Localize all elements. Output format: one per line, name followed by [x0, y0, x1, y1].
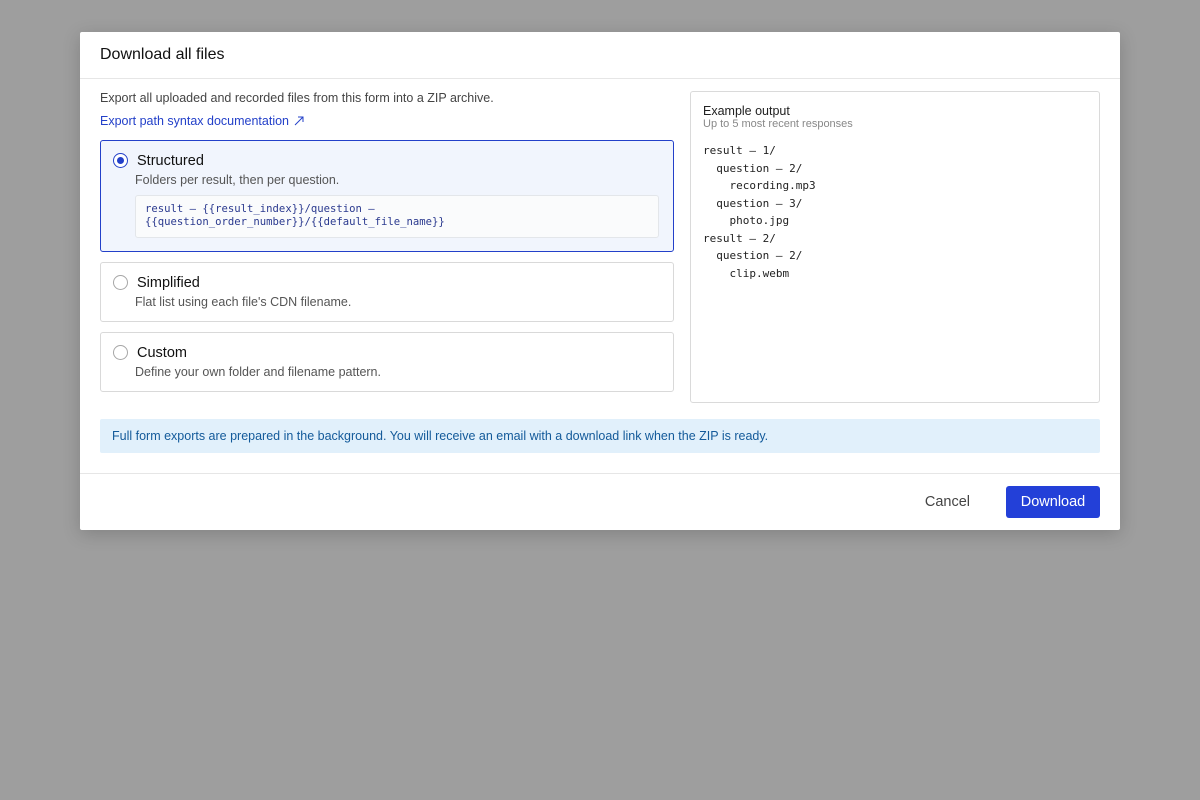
radio-simplified[interactable] [113, 275, 128, 290]
dialog-description: Export all uploaded and recorded files f… [100, 91, 494, 105]
info-banner: Full form exports are prepared in the ba… [100, 419, 1100, 453]
dialog-footer: Cancel Download [80, 473, 1120, 530]
option-simplified-description: Flat list using each file's CDN filename… [135, 295, 352, 309]
option-custom-description: Define your own folder and filename patt… [135, 365, 381, 379]
option-structured-description: Folders per result, then per question. [135, 173, 340, 187]
export-options-column: Export all uploaded and recorded files f… [100, 91, 674, 392]
dialog-header: Download all files [80, 32, 1120, 79]
tree-line: result – 2/ [703, 231, 776, 245]
option-custom[interactable]: Custom Define your own folder and filena… [100, 332, 674, 392]
radio-custom[interactable] [113, 345, 128, 360]
tree-line: question – 2/ [703, 249, 803, 262]
radio-structured[interactable] [113, 153, 128, 168]
tree-line: photo.jpg [703, 214, 790, 227]
download-dialog: Download all files Export all uploaded a… [80, 32, 1120, 530]
example-file-tree: result – 1/ question – 2/ recording.mp3 … [703, 142, 1087, 282]
example-output-panel: Example output Up to 5 most recent respo… [690, 91, 1100, 403]
option-simplified[interactable]: Simplified Flat list using each file's C… [100, 262, 674, 322]
tree-line: clip.webm [703, 266, 790, 280]
download-button[interactable]: Download [1006, 486, 1100, 518]
option-structured-label: Structured [137, 153, 204, 169]
doc-link[interactable]: Export path syntax documentation [100, 114, 305, 128]
option-custom-label: Custom [137, 345, 187, 361]
cancel-button[interactable]: Cancel [913, 486, 982, 518]
option-simplified-label: Simplified [137, 275, 200, 291]
tree-line: recording.mp3 [703, 179, 816, 192]
tree-line: result – 1/ [703, 144, 776, 157]
tree-line: question – 3/ [703, 196, 803, 210]
doc-link-label: Export path syntax documentation [100, 114, 290, 128]
option-structured[interactable]: Structured Folders per result, then per … [100, 140, 674, 252]
structured-pattern: result – {{result_index}}/question – {{q… [135, 195, 659, 238]
external-link-icon [293, 115, 305, 127]
dialog-title: Download all files [100, 46, 225, 63]
tree-line: question – 2/ [703, 161, 803, 175]
example-output-title: Example output [703, 104, 790, 118]
example-output-subtitle: Up to 5 most recent responses [703, 118, 853, 130]
